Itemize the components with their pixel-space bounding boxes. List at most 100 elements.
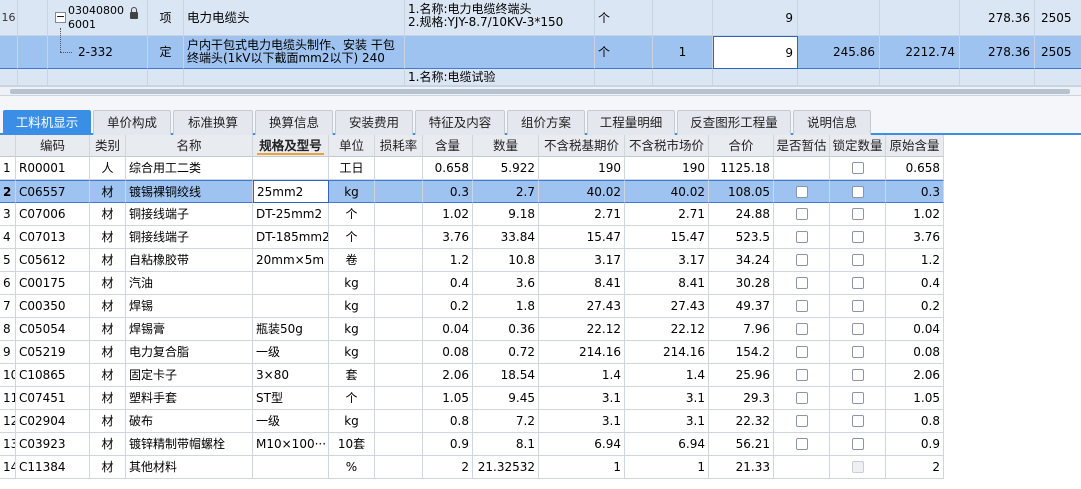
scrollbar-thumb[interactable] (10, 89, 1070, 94)
estimate-cell[interactable] (774, 387, 830, 410)
content-cell[interactable]: 1.2 (423, 249, 473, 272)
category-cell[interactable]: 材 (90, 180, 126, 203)
loss-cell[interactable] (375, 226, 423, 249)
table-row[interactable]: 8 C05054 材焊锡膏 瓶装50g kg 0.04 0.36 22.12 22.12 7.96… (0, 318, 944, 341)
checkbox[interactable] (795, 207, 808, 220)
table-row[interactable]: 10C10865材固定卡子3×80套2.0618.541.41.425.962.… (0, 364, 944, 387)
table-row[interactable]: 3 C07006 材铜接线端子 DT-25mm2 个 1.02 9.18 2.71 2.71 24… (0, 203, 944, 226)
qty-cell[interactable]: 21.32532 (473, 456, 539, 479)
header-base-price[interactable]: 不含税基期价 (539, 135, 625, 157)
name-cell[interactable]: 焊锡膏 (126, 318, 253, 341)
checkbox[interactable] (851, 437, 864, 450)
total-cell[interactable]: 154.2 (709, 341, 774, 364)
code-cell[interactable]: C00175 (16, 272, 90, 295)
code-cell[interactable]: C10865 (16, 364, 90, 387)
estimate-cell[interactable] (774, 203, 830, 226)
tab-unit-price[interactable]: 单价构成 (93, 110, 171, 135)
market-price-cell[interactable]: 27.43 (625, 295, 709, 318)
spec-cell[interactable]: 20mm×5m (253, 249, 329, 272)
unit-cell[interactable]: kg (329, 341, 375, 364)
content-cell[interactable]: 0.3 (423, 180, 473, 203)
estimate-cell[interactable] (774, 249, 830, 272)
market-price-cell[interactable]: 3.1 (625, 387, 709, 410)
name-cell[interactable]: 破布 (126, 410, 253, 433)
bill-row-16[interactable]: 16 − 03040800 6001 项 电力电缆头 1.名称:电力电缆终端头 … (0, 0, 1081, 36)
content-cell[interactable]: 0.8 (423, 410, 473, 433)
base-price-cell[interactable]: 8.41 (539, 272, 625, 295)
category-cell[interactable]: 材 (90, 387, 126, 410)
checkbox[interactable] (851, 185, 864, 198)
loss-cell[interactable] (375, 364, 423, 387)
checkbox[interactable] (795, 437, 808, 450)
qty-cell[interactable]: 2.7 (473, 180, 539, 203)
loss-cell[interactable] (375, 456, 423, 479)
loss-cell[interactable] (375, 295, 423, 318)
base-price-cell[interactable]: 22.12 (539, 318, 625, 341)
unit-cell[interactable]: 个 (329, 387, 375, 410)
tab-standard-conversion[interactable]: 标准换算 (173, 110, 253, 135)
category-cell[interactable]: 材 (90, 456, 126, 479)
checkbox[interactable] (795, 253, 808, 266)
header-spec[interactable]: 规格及型号 (253, 135, 329, 157)
base-price-cell[interactable]: 3.17 (539, 249, 625, 272)
unit-cell[interactable]: 套 (329, 364, 375, 387)
market-price-cell[interactable]: 2.71 (625, 203, 709, 226)
code-cell[interactable]: C11384 (16, 456, 90, 479)
base-price-cell[interactable]: 1.4 (539, 364, 625, 387)
spec-cell[interactable] (253, 272, 329, 295)
checkbox[interactable] (795, 322, 808, 335)
loss-cell[interactable] (375, 157, 423, 180)
total-cell[interactable]: 523.5 (709, 226, 774, 249)
name-cell[interactable]: 电力复合脂 (126, 341, 253, 364)
lock-qty-cell[interactable] (830, 180, 886, 203)
base-price-cell[interactable]: 2.71 (539, 203, 625, 226)
horizontal-scrollbar[interactable] (0, 86, 1081, 96)
header-loss[interactable]: 损耗率 (375, 135, 423, 157)
name-cell[interactable]: 焊锡 (126, 295, 253, 318)
checkbox[interactable] (851, 345, 864, 358)
checkbox[interactable] (795, 299, 808, 312)
tab-conversion-info[interactable]: 换算信息 (255, 110, 333, 135)
qty-cell[interactable]: 9.45 (473, 387, 539, 410)
checkbox[interactable] (851, 391, 864, 404)
code-cell[interactable]: C05054 (16, 318, 90, 341)
header-total[interactable]: 合价 (709, 135, 774, 157)
content-cell[interactable]: 1.05 (423, 387, 473, 410)
qty-cell[interactable]: 18.54 (473, 364, 539, 387)
content-cell[interactable]: 2.06 (423, 364, 473, 387)
content-cell[interactable]: 0.9 (423, 433, 473, 456)
loss-cell[interactable] (375, 272, 423, 295)
bill-row-next[interactable]: 1.名称:电缆试验 (0, 69, 1081, 86)
spec-cell[interactable]: 一级 (253, 410, 329, 433)
estimate-cell[interactable] (774, 226, 830, 249)
qty-cell[interactable]: 33.84 (473, 226, 539, 249)
original-content-cell[interactable]: 0.2 (886, 295, 944, 318)
header-category[interactable]: 类别 (90, 135, 126, 157)
qty-cell[interactable]: 3.6 (473, 272, 539, 295)
lock-qty-cell[interactable] (830, 318, 886, 341)
original-content-cell[interactable]: 0.3 (886, 180, 944, 203)
original-content-cell[interactable]: 2 (886, 456, 944, 479)
qty-cell[interactable]: 7.2 (473, 410, 539, 433)
spec-cell[interactable]: DT-185mm2 (253, 226, 329, 249)
total-cell[interactable]: 30.28 (709, 272, 774, 295)
base-price-cell[interactable]: 27.43 (539, 295, 625, 318)
content-cell[interactable]: 0.658 (423, 157, 473, 180)
spec-cell[interactable]: 瓶装50g (253, 318, 329, 341)
market-price-cell[interactable]: 1 (625, 456, 709, 479)
content-cell[interactable]: 0.08 (423, 341, 473, 364)
category-cell[interactable]: 材 (90, 318, 126, 341)
tab-quantity-detail[interactable]: 工程量明细 (587, 110, 675, 135)
original-content-cell[interactable]: 1.05 (886, 387, 944, 410)
estimate-cell[interactable] (774, 157, 830, 180)
code-cell[interactable]: C07006 (16, 203, 90, 226)
code-cell[interactable]: C05612 (16, 249, 90, 272)
header-content[interactable]: 含量 (423, 135, 473, 157)
table-row[interactable]: 4 C07013 材铜接线端子 DT-185mm2 个 3.76 33.84 15.47 15.… (0, 226, 944, 249)
code-cell[interactable]: C00350 (16, 295, 90, 318)
qty-cell[interactable]: 0.72 (473, 341, 539, 364)
unit-cell[interactable]: % (329, 456, 375, 479)
lock-qty-cell[interactable] (830, 272, 886, 295)
name-cell[interactable]: 其他材料 (126, 456, 253, 479)
original-content-cell[interactable]: 0.9 (886, 433, 944, 456)
